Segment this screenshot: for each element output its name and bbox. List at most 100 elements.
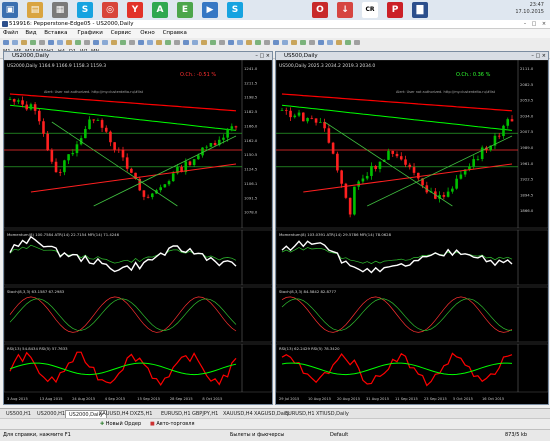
menu-item-3[interactable]: Графики <box>77 30 102 37</box>
price-candle <box>197 155 200 160</box>
toolbar-tool-icon[interactable] <box>183 40 189 45</box>
download-icon[interactable]: ↓ <box>337 2 353 18</box>
toolbar-tool-icon[interactable] <box>147 40 153 45</box>
price-candle <box>412 167 416 173</box>
toolbar-tool-icon[interactable] <box>84 40 90 45</box>
chart-tab[interactable]: US2000,H1 <box>34 410 68 418</box>
maximize-icon[interactable]: □ <box>531 21 537 27</box>
evernote-icon[interactable]: E <box>177 2 193 18</box>
chart-tab[interactable]: GBPJPY,H1 <box>189 410 221 418</box>
price-candle <box>374 165 378 169</box>
chart-canvas-us500[interactable]: US500,Daily 2025.3 2034.2 2019.3 2034.0 O… <box>276 60 548 403</box>
toolbar-tool-icon[interactable] <box>309 40 315 45</box>
cr-icon[interactable]: CR <box>362 2 378 18</box>
price-candle <box>297 112 301 116</box>
price-candle <box>21 100 24 105</box>
toolbar-tool-icon[interactable] <box>39 40 45 45</box>
toolbar-tool-icon[interactable] <box>30 40 36 45</box>
price-candle <box>29 104 33 110</box>
toolbar-tool-icon[interactable] <box>264 40 270 45</box>
price-scale-label: 1124.5 <box>244 167 258 172</box>
system-clock[interactable]: 23:47 17.10.2015 <box>515 2 544 16</box>
chrome-icon[interactable]: ◎ <box>102 2 118 18</box>
autotrading-button[interactable]: ■ Авто-торговля <box>150 421 194 428</box>
calculator-icon[interactable]: ▦ <box>52 2 68 18</box>
toolbar-tool-icon[interactable] <box>300 40 306 45</box>
skype-icon[interactable]: S <box>77 2 93 18</box>
new-order-button[interactable]: ✚ Новый Ордер <box>100 421 141 428</box>
chart-window-us2000[interactable]: US2000,Daily – □ × US2000,Daily 1164.9 1… <box>3 51 273 405</box>
price-candle <box>399 156 403 160</box>
pinterest-icon[interactable]: P <box>387 2 403 18</box>
toolbar-tool-icon[interactable] <box>66 40 72 45</box>
price-candle <box>348 197 352 215</box>
chart-tab[interactable]: XTIUSD,Daily <box>313 410 352 418</box>
chart-tab[interactable]: DXZ5,H1 <box>127 410 155 418</box>
toolbar-tool-icon[interactable] <box>120 40 126 45</box>
toolbar-tool-icon[interactable] <box>210 40 216 45</box>
toolbar-tool-icon[interactable] <box>3 40 9 45</box>
rsi-indicator-label: RSI(13) 62.2429 RSI(5) 78.3420 <box>279 346 340 351</box>
blue-app-icon[interactable]: ▶ <box>202 2 218 18</box>
menu-item-2[interactable]: Вставка <box>44 30 67 37</box>
toolbar-tool-icon[interactable] <box>48 40 54 45</box>
toolbar-tool-icon[interactable] <box>273 40 279 45</box>
toolbar-tool-icon[interactable] <box>192 40 198 45</box>
price-candle <box>378 161 382 169</box>
toolbar-tool-icon[interactable] <box>111 40 117 45</box>
toolbar-tool-icon[interactable] <box>138 40 144 45</box>
toolbar-tool-icon[interactable] <box>102 40 108 45</box>
window-controls-icon[interactable]: – □ × <box>255 52 270 60</box>
toolbar-tool-icon[interactable] <box>165 40 171 45</box>
windows-start-icon[interactable]: ▣ <box>2 2 18 18</box>
toolbar-tool-icon[interactable] <box>219 40 225 45</box>
toolbar-tool-icon[interactable] <box>246 40 252 45</box>
skype-icon-2[interactable]: S <box>227 2 243 18</box>
toolbar-tool-icon[interactable] <box>336 40 342 45</box>
toolbar-tool-icon[interactable] <box>174 40 180 45</box>
toolbar-tool-icon[interactable] <box>93 40 99 45</box>
window-controls-icon[interactable]: – □ × <box>531 52 546 60</box>
menu-item-6[interactable]: Справка <box>163 30 187 37</box>
price-scale-label: 1106.1 <box>244 181 258 186</box>
price-candle <box>331 142 335 154</box>
toolbar-tool-icon[interactable] <box>291 40 297 45</box>
chart-window-caption: US2000,Daily – □ × <box>4 52 272 60</box>
close-icon[interactable]: × <box>541 21 547 27</box>
toolbar-tool-icon[interactable] <box>228 40 234 45</box>
terminal-icon[interactable]: ▇ <box>412 2 428 18</box>
toolbar-tool-icon[interactable] <box>237 40 243 45</box>
toolbar-tool-icon[interactable] <box>318 40 324 45</box>
toolbar-tool-icon[interactable] <box>75 40 81 45</box>
menu-item-5[interactable]: Окно <box>140 30 155 37</box>
menu-item-1[interactable]: Вид <box>25 30 36 37</box>
minimize-icon[interactable]: – <box>522 21 528 27</box>
toolbar-tool-icon[interactable] <box>327 40 333 45</box>
menu-item-4[interactable]: Сервис <box>111 30 132 37</box>
toolbar-tool-icon[interactable] <box>129 40 135 45</box>
price-candle <box>293 115 297 118</box>
chart-canvas-us2000[interactable]: US2000,Daily 1164.9 1166.9 1158.3 1159.3… <box>4 60 272 403</box>
price-candle <box>353 186 356 215</box>
chart-tab[interactable]: US500,H1 <box>3 410 34 418</box>
chart-window-us500[interactable]: US500,Daily – □ × US500,Daily 2025.3 203… <box>275 51 549 405</box>
menu-item-0[interactable]: Файл <box>3 30 18 37</box>
price-scale-label: 1091.5 <box>244 195 258 200</box>
toolbar-tool-icon[interactable] <box>57 40 63 45</box>
price-candle <box>63 160 66 173</box>
toolbar-tool-icon[interactable] <box>12 40 18 45</box>
toolbar-tool-icon[interactable] <box>354 40 360 45</box>
momentum-indicator-label: Momentum(8) 103.0391 ATR(14) 29.5786 MFI… <box>279 232 392 237</box>
toolbar-tool-icon[interactable] <box>201 40 207 45</box>
green-a-icon[interactable]: A <box>152 2 168 18</box>
toolbar-tool-icon[interactable] <box>156 40 162 45</box>
yandex-icon[interactable]: Y <box>127 2 143 18</box>
toolbar-tool-icon[interactable] <box>345 40 351 45</box>
folder-icon[interactable]: ▤ <box>27 2 43 18</box>
toolbar-tool-icon[interactable] <box>21 40 27 45</box>
toolbar-tool-icon[interactable] <box>255 40 261 45</box>
toolbar-tool-icon[interactable] <box>282 40 288 45</box>
opera-icon[interactable]: O <box>312 2 328 18</box>
date-axis-label: 11 Sep 2015 <box>395 397 418 401</box>
status-profile-text: Default <box>330 432 349 438</box>
